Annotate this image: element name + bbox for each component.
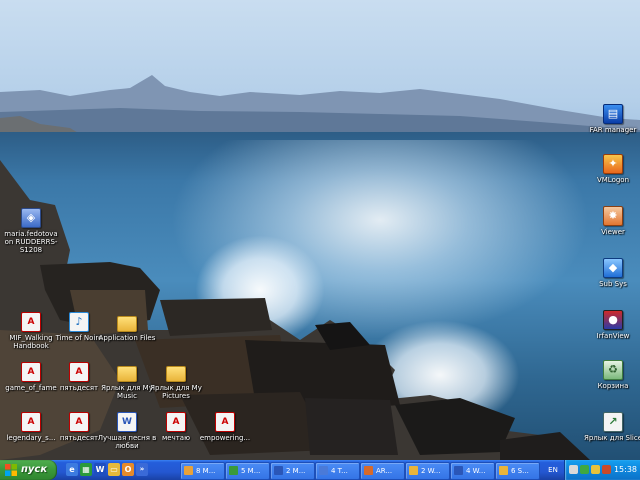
task-button[interactable]: 4 W...	[450, 462, 495, 480]
desktop-icon-label: VMLogon	[596, 176, 630, 184]
desktop-icon-label: Корзина	[597, 382, 629, 390]
task-label: 2 W...	[421, 467, 441, 475]
desktop-quicklaunch-icon[interactable]: ▦	[80, 463, 92, 476]
word-quicklaunch-icon[interactable]: W	[94, 463, 106, 476]
folder-icon	[117, 366, 137, 382]
pdf-file-icon: A	[69, 412, 89, 432]
desktop-icon-label: maria.fedotova on RUDDERRS-S1208	[4, 230, 58, 254]
clock[interactable]: 15:38	[614, 460, 637, 480]
start-button[interactable]: пуск	[0, 460, 57, 480]
app-icon: ●	[603, 310, 623, 330]
pdf-file-icon: A	[21, 362, 41, 382]
pdf-file-icon: A	[166, 412, 186, 432]
pdf-file-icon: A	[21, 412, 41, 432]
pdf-file-icon: A	[215, 412, 235, 432]
tray-alert-icon[interactable]	[602, 465, 611, 474]
music-file-icon: ♪	[69, 312, 89, 332]
antivirus-icon[interactable]	[580, 465, 589, 474]
task-app-icon	[499, 466, 508, 475]
task-app-icon	[454, 466, 463, 475]
task-button[interactable]: 2 W...	[405, 462, 450, 480]
system-tray: 15:38	[564, 460, 640, 480]
desktop-icon[interactable]: ✦ VMLogon	[582, 154, 640, 184]
far-manager-icon: ▤	[603, 104, 623, 124]
task-app-icon	[229, 466, 238, 475]
task-app-icon	[184, 466, 193, 475]
outlook-quicklaunch-icon[interactable]: O	[122, 463, 134, 476]
language-indicator[interactable]: EN	[543, 460, 563, 480]
desktop-icon[interactable]: Ярлык для My Pictures	[145, 362, 207, 400]
taskbar: пуск e ▦ W ▭ O » 8 M... 5 M... 2 M... 4 T..…	[0, 460, 640, 480]
desktop-icon-label: Application Files	[98, 334, 156, 342]
user-file-icon: ◈	[21, 208, 41, 228]
task-label: 2 M...	[286, 467, 306, 475]
chart-shortcut-icon: ↗	[603, 412, 623, 432]
desktop-icon-label: IrfanView	[596, 332, 630, 340]
desktop-icon-label: Sub Sys	[599, 280, 627, 288]
desktop-icon-label: Ярлык для My Pictures	[150, 384, 202, 400]
desktop-icon[interactable]: ● IrfanView	[582, 310, 640, 340]
app-icon: ✸	[603, 206, 623, 226]
task-label: AR...	[376, 467, 393, 475]
desktop-icon-label: empowering...	[199, 434, 251, 442]
task-label: 4 W...	[466, 467, 486, 475]
task-button[interactable]: 6 S...	[495, 462, 540, 480]
more-quicklaunch-icon[interactable]: »	[136, 463, 148, 476]
desktop-icon[interactable]: ✸ Viewer	[582, 206, 640, 236]
folder-quicklaunch-icon[interactable]: ▭	[108, 463, 120, 476]
task-label: 5 M...	[241, 467, 261, 475]
network-icon[interactable]	[569, 465, 578, 474]
desktop-icon-label: Ярлык для Slice	[584, 434, 640, 442]
folder-icon	[117, 316, 137, 332]
task-app-icon	[274, 466, 283, 475]
task-button[interactable]: AR...	[360, 462, 405, 480]
task-button[interactable]: 5 M...	[225, 462, 270, 480]
task-app-icon	[364, 466, 373, 475]
task-label: 8 M...	[196, 467, 216, 475]
task-button[interactable]: 8 M...	[180, 462, 225, 480]
browser-quicklaunch-icon[interactable]: e	[66, 463, 78, 476]
desktop-icon[interactable]: Application Files	[96, 312, 158, 342]
pdf-file-icon: A	[69, 362, 89, 382]
desktop-icon-label: FAR manager	[589, 126, 637, 134]
recycle-bin-icon: ♻	[603, 360, 623, 380]
desktop-icon[interactable]: ▤ FAR manager	[582, 104, 640, 134]
app-icon: ◆	[603, 258, 623, 278]
desktop-icon[interactable]: ◆ Sub Sys	[582, 258, 640, 288]
app-icon: ✦	[603, 154, 623, 174]
desktop-icon[interactable]: ♻ Корзина	[582, 360, 640, 390]
desktop-icon[interactable]: Aempowering...	[194, 412, 256, 442]
tray-app-icon[interactable]	[591, 465, 600, 474]
task-label: 4 T...	[331, 467, 348, 475]
desktop-icon[interactable]: ◈ maria.fedotova on RUDDERRS-S1208	[0, 208, 62, 254]
windows-logo-icon	[5, 464, 17, 476]
shortcut-icon	[166, 366, 186, 382]
pdf-file-icon: A	[21, 312, 41, 332]
task-app-icon	[409, 466, 418, 475]
task-label: 6 S...	[511, 467, 529, 475]
desktop-icon-label: Viewer	[601, 228, 625, 236]
task-app-icon	[319, 466, 328, 475]
task-button[interactable]: 4 T...	[315, 462, 360, 480]
desktop: ◈ maria.fedotova on RUDDERRS-S1208 A MIF_Wa…	[0, 0, 640, 460]
task-button[interactable]: 2 M...	[270, 462, 315, 480]
doc-file-icon: W	[117, 412, 137, 432]
start-label: пуск	[21, 464, 48, 475]
desktop-icon[interactable]: ↗ Ярлык для Slice	[582, 412, 640, 442]
